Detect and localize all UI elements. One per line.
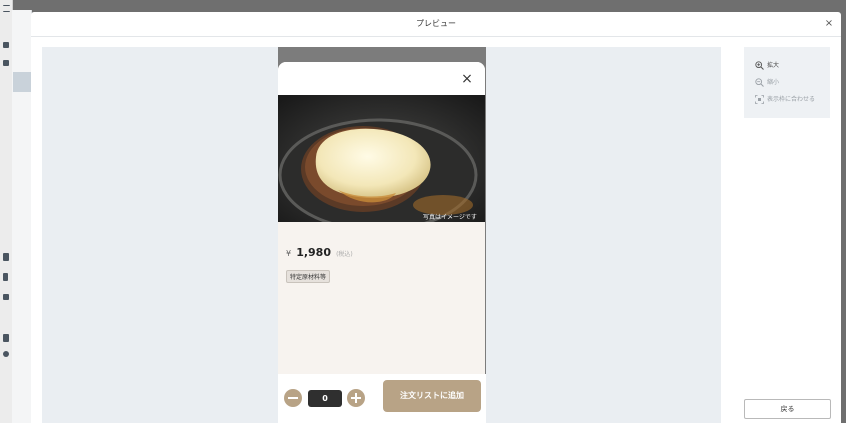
price-tax-label: (税込) bbox=[336, 251, 353, 258]
zoom-out-label: 縮小 bbox=[767, 79, 780, 86]
zoom-out-icon bbox=[755, 78, 764, 87]
zoom-in-label: 拡大 bbox=[767, 62, 780, 69]
modal-header: プレビュー × bbox=[31, 12, 841, 37]
add-to-order-button[interactable]: 注文リストに追加 bbox=[383, 380, 481, 412]
allergen-tag[interactable]: 特定原材料等 bbox=[286, 270, 331, 283]
list-icon[interactable] bbox=[3, 253, 9, 261]
modal-close-icon[interactable]: × bbox=[823, 18, 835, 30]
zoom-panel: 拡大 縮小 表示枠に合わせる bbox=[744, 47, 830, 118]
chat-icon[interactable] bbox=[3, 351, 9, 357]
book-icon[interactable] bbox=[3, 334, 9, 342]
price-row: ¥ 1,980 (税込) bbox=[286, 241, 353, 259]
sheet-close-icon[interactable]: × bbox=[457, 69, 477, 89]
zoom-in-icon bbox=[755, 61, 764, 70]
fit-to-frame-label: 表示枠に合わせる bbox=[767, 96, 816, 103]
menu-icon[interactable] bbox=[3, 5, 10, 12]
phone-preview: × 写真はイメージです ¥ 1,980 (税込) 特定原材料等 bbox=[278, 47, 486, 423]
quantity-value: 0 bbox=[308, 390, 342, 407]
grid-icon[interactable] bbox=[3, 42, 9, 48]
quantity-increase-button[interactable] bbox=[347, 389, 365, 407]
panel-icon[interactable] bbox=[3, 60, 9, 66]
back-button[interactable]: 戻る bbox=[744, 399, 831, 419]
product-sheet: × 写真はイメージです ¥ 1,980 (税込) 特定原材料等 bbox=[278, 62, 485, 423]
quantity-decrease-button[interactable] bbox=[284, 389, 302, 407]
food-image bbox=[278, 95, 485, 222]
preview-modal: プレビュー × × 写真はイメージです ¥ 1,980 (税込) 特定原材料等 … bbox=[31, 12, 841, 423]
fit-frame-icon bbox=[755, 95, 764, 104]
order-bar: 0 注文リストに追加 bbox=[278, 374, 486, 423]
image-caption: 写真はイメージです bbox=[423, 214, 477, 221]
price-currency: ¥ bbox=[286, 249, 292, 258]
preview-area: × 写真はイメージです ¥ 1,980 (税込) 特定原材料等 0 注文リストに… bbox=[42, 47, 721, 423]
selected-nav-item bbox=[13, 72, 31, 92]
price-value: 1,980 bbox=[296, 246, 331, 259]
modal-title: プレビュー bbox=[416, 19, 456, 28]
sheet-header: × bbox=[278, 62, 485, 95]
phone-icon[interactable] bbox=[3, 273, 8, 281]
calendar-icon[interactable] bbox=[3, 294, 9, 300]
